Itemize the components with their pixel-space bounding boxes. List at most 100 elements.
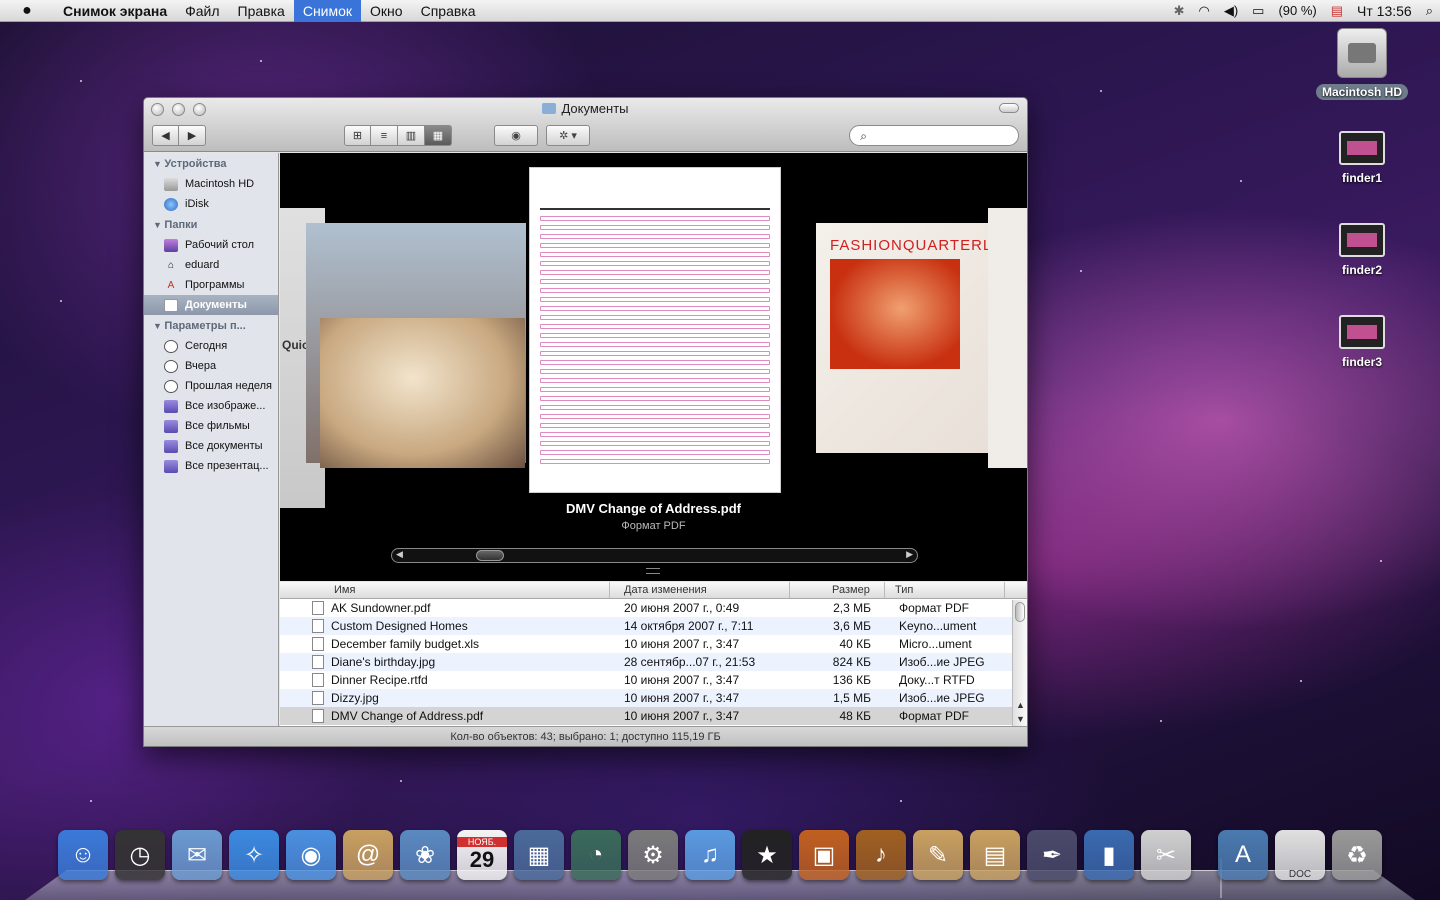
sidebar-item-documents[interactable]: Документы: [144, 295, 278, 315]
scroll-right-arrow-icon[interactable]: ▶: [906, 549, 913, 560]
scroll-left-arrow-icon[interactable]: ◀: [396, 549, 403, 560]
coverflow-selected-item[interactable]: [529, 167, 781, 493]
back-button[interactable]: ◀: [152, 125, 179, 146]
sidebar-section-search-for[interactable]: Параметры п...: [144, 315, 278, 336]
iphoto-icon[interactable]: ❀: [400, 830, 450, 880]
ical-icon[interactable]: НОЯБ. 29: [457, 830, 507, 880]
imovie-icon[interactable]: ★: [742, 830, 792, 880]
finder-icon[interactable]: ☺: [58, 830, 108, 880]
spotlight-icon[interactable]: ⌕: [1419, 3, 1440, 19]
battery-icon[interactable]: ▭: [1245, 3, 1271, 19]
desktop-finder1[interactable]: finder1: [1307, 131, 1417, 185]
sidebar-item-label: Сегодня: [185, 340, 228, 352]
column-view-button[interactable]: ▥: [398, 125, 425, 146]
list-scroll-thumb[interactable]: [1015, 602, 1025, 622]
safari-icon[interactable]: ✧: [229, 830, 279, 880]
action-menu-button[interactable]: ✲ ▾: [546, 125, 590, 146]
ichat-icon[interactable]: ◉: [286, 830, 336, 880]
view-mode-buttons: ⊞ ≡ ▥ ▦: [344, 125, 452, 146]
grab-icon[interactable]: ✂: [1141, 830, 1191, 880]
keynote-icon[interactable]: ▤: [970, 830, 1020, 880]
column-header-size[interactable]: Размер: [790, 582, 885, 598]
scroll-up-arrow-icon[interactable]: ▲: [1016, 700, 1025, 710]
apple-menu-icon[interactable]: ●: [0, 2, 54, 20]
forward-button[interactable]: ▶: [179, 125, 206, 146]
scroll-down-arrow-icon[interactable]: ▼: [1016, 714, 1025, 724]
sidebar-item-label: Вчера: [185, 360, 217, 372]
desktop-macintosh-hd[interactable]: Macintosh HD: [1307, 28, 1417, 100]
excel-file-icon: [312, 637, 324, 651]
coverflow-scroll-thumb[interactable]: [476, 550, 504, 561]
wifi-icon[interactable]: ◠: [1191, 3, 1216, 19]
iphoto-library-icon[interactable]: ▣: [799, 830, 849, 880]
icon-view-button[interactable]: ⊞: [344, 125, 371, 146]
table-row[interactable]: Diane's birthday.jpg 28 сентябр...07 г., …: [280, 653, 1027, 671]
sidebar-item-yesterday[interactable]: Вчера: [144, 356, 278, 376]
dashboard-icon[interactable]: ◷: [115, 830, 165, 880]
column-header-kind[interactable]: Тип: [885, 582, 1005, 598]
sidebar-item-all-images[interactable]: Все изображе...: [144, 396, 278, 416]
sidebar-item-all-movies[interactable]: Все фильмы: [144, 416, 278, 436]
sidebar-item-past-week[interactable]: Прошлая неделя: [144, 376, 278, 396]
coverflow-scrollbar[interactable]: ◀ ▶: [391, 548, 918, 563]
system-preferences-icon[interactable]: ⚙: [628, 830, 678, 880]
sidebar-item-all-presentations[interactable]: Все презентац...: [144, 456, 278, 476]
search-input[interactable]: [849, 125, 1019, 146]
app-menu[interactable]: Снимок экрана: [54, 0, 176, 22]
title-bar[interactable]: Документы ◀ ▶ ⊞ ≡ ▥ ▦ ◉ ✲ ▾ ⌕: [144, 98, 1027, 152]
clock-icon: [164, 339, 178, 353]
sidebar-section-devices[interactable]: Устройства: [144, 153, 278, 174]
bluetooth-icon[interactable]: ✱: [1167, 3, 1192, 19]
time-machine-icon[interactable]: ◔: [571, 830, 621, 880]
menu-edit[interactable]: Правка: [229, 0, 294, 22]
sidebar-section-places[interactable]: Папки: [144, 214, 278, 235]
column-header-date[interactable]: Дата изменения: [610, 582, 790, 598]
desktop-finder3[interactable]: finder3: [1307, 315, 1417, 369]
itunes-icon[interactable]: ♫: [685, 830, 735, 880]
column-header-name[interactable]: Имя: [280, 582, 610, 598]
sidebar-item-applications[interactable]: A Программы: [144, 275, 278, 295]
quick-look-button[interactable]: ◉: [494, 125, 538, 146]
table-row[interactable]: Custom Designed Homes 14 октября 2007 г.,…: [280, 617, 1027, 635]
menu-help[interactable]: Справка: [412, 0, 485, 22]
sidebar-item-idisk[interactable]: iDisk: [144, 194, 278, 214]
table-row[interactable]: December family budget.xls 10 июня 2007 г…: [280, 635, 1027, 653]
numbers-icon[interactable]: ▮: [1084, 830, 1134, 880]
table-row[interactable]: Dizzy.jpg 10 июня 2007 г., 3:47 1,5 МБ Изоб…: [280, 689, 1027, 707]
documents-stack-icon[interactable]: DOC: [1275, 830, 1325, 880]
sidebar-item-all-documents[interactable]: Все документы: [144, 436, 278, 456]
coverflow-item-magazine[interactable]: FASHIONQUARTERLY: [816, 223, 1001, 453]
menubar-clock[interactable]: Чт 13:56: [1350, 3, 1419, 19]
menu-capture[interactable]: Снимок: [293, 0, 362, 22]
toolbar-toggle-button[interactable]: [999, 103, 1019, 113]
table-row-selected[interactable]: DMV Change of Address.pdf 10 июня 2007 г.…: [280, 707, 1027, 725]
iweb-icon[interactable]: ✎: [913, 830, 963, 880]
pages-icon[interactable]: ✒: [1027, 830, 1077, 880]
sidebar-item-desktop[interactable]: Рабочий стол: [144, 235, 278, 255]
trash-icon[interactable]: ♻: [1332, 830, 1382, 880]
coverflow-view-button[interactable]: ▦: [425, 125, 452, 146]
list-view-button[interactable]: ≡: [371, 125, 398, 146]
coverflow-item-dog-photo[interactable]: [320, 318, 525, 468]
coverflow-item[interactable]: [988, 208, 1027, 468]
spaces-icon[interactable]: ▦: [514, 830, 564, 880]
volume-icon[interactable]: ◀): [1217, 3, 1245, 19]
sidebar-item-macintosh-hd[interactable]: Macintosh HD: [144, 174, 278, 194]
sidebar-item-home[interactable]: ⌂ eduard: [144, 255, 278, 275]
menu-file[interactable]: Файл: [176, 0, 228, 22]
ical-month: НОЯБ.: [457, 837, 507, 847]
cover-flow[interactable]: Quiche FASHIONQUARTERLY DMV Change of Ad…: [280, 153, 1027, 581]
table-row[interactable]: Dinner Recipe.rtfd 10 июня 2007 г., 3:47 1…: [280, 671, 1027, 689]
list-vertical-scrollbar[interactable]: ▲ ▼: [1012, 600, 1027, 726]
mail-icon[interactable]: ✉: [172, 830, 222, 880]
garageband-icon[interactable]: ♪: [856, 830, 906, 880]
battery-percent[interactable]: (90 %): [1271, 3, 1323, 18]
desktop-finder2[interactable]: finder2: [1307, 223, 1417, 277]
sidebar-item-today[interactable]: Сегодня: [144, 336, 278, 356]
split-resize-handle[interactable]: [646, 568, 660, 574]
input-flag-icon[interactable]: ▤: [1324, 3, 1350, 19]
address-book-icon[interactable]: @: [343, 830, 393, 880]
menu-window[interactable]: Окно: [361, 0, 412, 22]
table-row[interactable]: AK Sundowner.pdf 20 июня 2007 г., 0:49 2,3…: [280, 599, 1027, 617]
applications-stack-icon[interactable]: A: [1218, 830, 1268, 880]
